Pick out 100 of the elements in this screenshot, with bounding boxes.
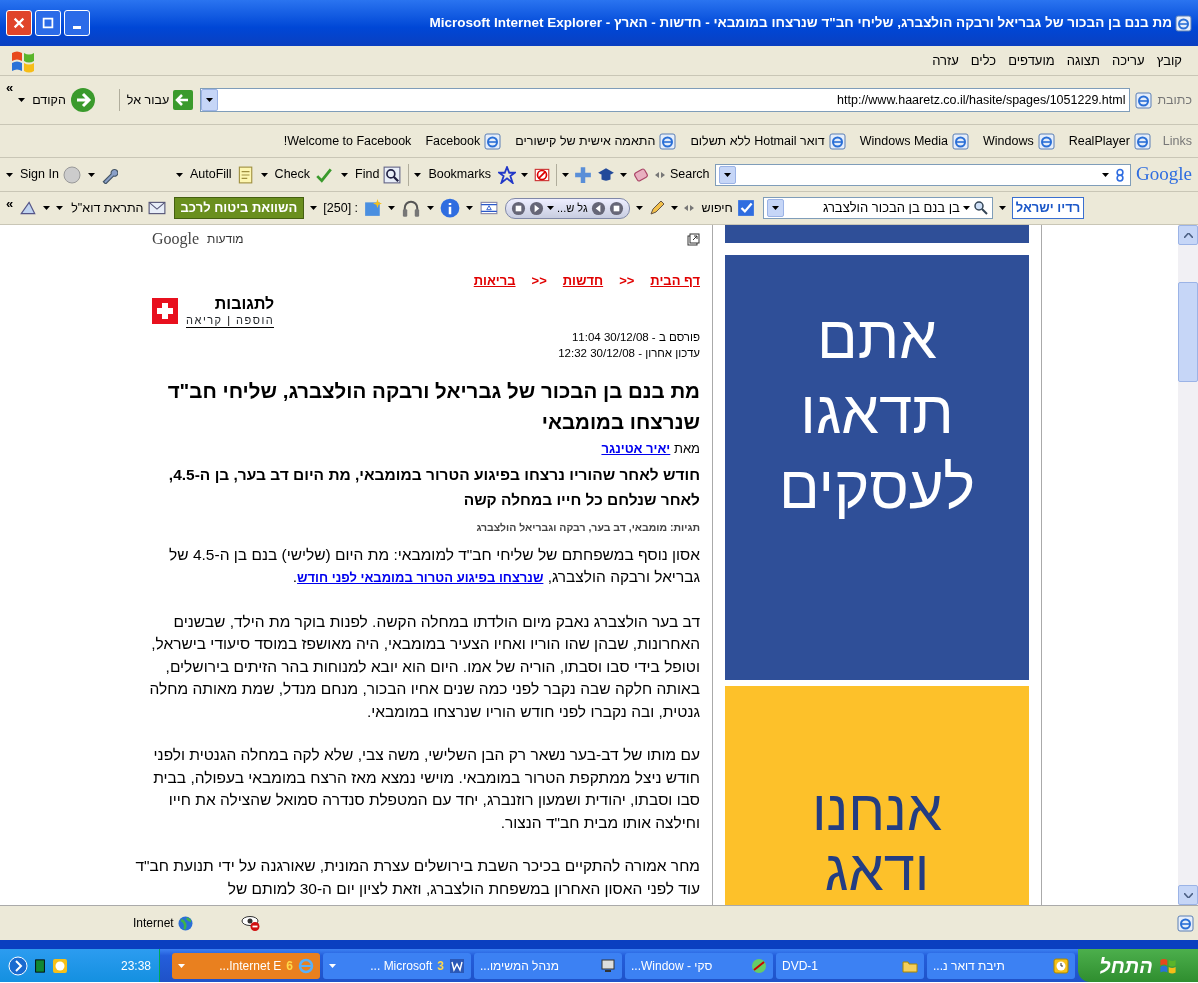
caret-icon[interactable]: [670, 206, 678, 210]
taskbar-label: DVD-1: [782, 957, 818, 975]
article-link[interactable]: שנרצחו בפיגוע הטרור במומבאי לפני חודש: [297, 570, 544, 586]
dropdown-button[interactable]: [201, 89, 219, 111]
privacy-blocked-icon[interactable]: [240, 914, 261, 932]
tray-app-icon[interactable]: [33, 957, 47, 974]
find-button[interactable]: Find: [353, 165, 404, 184]
caret-icon[interactable]: [260, 172, 268, 177]
caret-icon[interactable]: [175, 172, 183, 177]
restore-icon: [41, 16, 55, 30]
dropdown-button[interactable]: [766, 199, 784, 217]
menu-item[interactable]: כלים: [964, 50, 1003, 71]
color-triangle-icon[interactable]: [19, 199, 38, 217]
caret-icon[interactable]: [619, 172, 627, 177]
rewind-icon[interactable]: [590, 200, 606, 216]
mail-alert-button[interactable]: התראת דוא"ל: [69, 198, 168, 218]
go-button[interactable]: עבור אל: [124, 90, 196, 110]
link-item[interactable]: Windows Media: [857, 131, 971, 151]
resize-handle-icon[interactable]: [654, 171, 665, 178]
chevron-icon[interactable]: «: [6, 194, 14, 214]
caret-icon[interactable]: [427, 206, 435, 210]
radio-brand-logo[interactable]: רדיו ישראל: [1011, 197, 1085, 219]
link-item[interactable]: Facebook: [423, 131, 504, 151]
breadcrumb-link[interactable]: בריאות: [473, 271, 516, 291]
caret-icon[interactable]: [206, 98, 214, 102]
scroll-up-button[interactable]: [1178, 225, 1198, 245]
sign-in-button[interactable]: Sign In: [18, 165, 83, 184]
caret-icon[interactable]: [18, 98, 26, 102]
caret-icon[interactable]: [561, 172, 569, 177]
link-item[interactable]: RealPlayer: [1066, 131, 1153, 151]
caret-icon[interactable]: [998, 206, 1006, 210]
caret-icon[interactable]: [414, 172, 422, 177]
caret-icon[interactable]: [962, 206, 970, 210]
browser-page-icon: [484, 132, 502, 150]
menu-item[interactable]: עריכה: [1105, 50, 1151, 71]
back-button[interactable]: הקודם: [30, 87, 98, 113]
sparkle-window-icon[interactable]: [364, 199, 383, 217]
search-field[interactable]: [714, 163, 1132, 186]
popout-icon[interactable]: [687, 232, 700, 246]
caret-icon[interactable]: [87, 172, 95, 177]
magnifier-icon[interactable]: [972, 200, 989, 216]
taskbar-button[interactable]: סקי - Window...: [625, 952, 773, 979]
insurance-button[interactable]: השוואת ביטוח לרכב: [173, 197, 305, 219]
menu-item[interactable]: קובץ: [1150, 50, 1188, 71]
info-icon[interactable]: [440, 198, 461, 218]
caret-icon[interactable]: [723, 172, 731, 177]
scroll-thumb[interactable]: [1178, 282, 1198, 382]
play-icon[interactable]: [529, 200, 545, 216]
taskbar-button[interactable]: תיבת דואר נ...: [927, 952, 1075, 979]
resize-handle-icon[interactable]: [683, 205, 694, 211]
expand-tray-icon[interactable]: [8, 955, 28, 976]
ad-banner[interactable]: אנחנו ודאג: [725, 686, 1029, 905]
pencil-icon[interactable]: [648, 200, 665, 216]
read-comments-link[interactable]: קריאה: [186, 313, 223, 326]
menu-item[interactable]: מועדפים: [1002, 50, 1061, 71]
add-comment-link[interactable]: הוספה: [236, 313, 275, 326]
caret-icon[interactable]: [1102, 172, 1110, 177]
author-link[interactable]: יאיר אטינגר: [601, 440, 671, 456]
taskbar-button[interactable]: Microsoft ... 3: [323, 952, 471, 979]
caret-icon[interactable]: [771, 206, 779, 210]
link-item[interactable]: דואר Hotmail ללא תשלום: [688, 131, 848, 151]
taskbar-button[interactable]: מנהל המשימו...: [474, 952, 622, 979]
breadcrumb-link[interactable]: חדשות: [562, 271, 604, 291]
stop-icon[interactable]: [511, 200, 527, 216]
caret-icon[interactable]: [466, 206, 474, 210]
caret-icon[interactable]: [6, 172, 13, 177]
link-item[interactable]: Windows: [980, 131, 1057, 151]
radio-player[interactable]: גל ש...: [505, 197, 630, 219]
search-button[interactable]: חיפוש: [699, 198, 757, 218]
breadcrumb-link[interactable]: דף הבית: [650, 271, 700, 291]
link-item[interactable]: התאמה אישית של קישורים: [513, 131, 679, 151]
caret-icon[interactable]: [635, 206, 643, 210]
ad-banner[interactable]: אתם תדאגו לעסקים: [725, 255, 1029, 680]
headphones-icon[interactable]: [401, 198, 422, 218]
autofill-button[interactable]: AutoFill: [187, 165, 256, 184]
address-field[interactable]: http://www.haaretz.co.il/hasite/spages/1051229.html: [200, 88, 1131, 112]
bookmarks-button[interactable]: Bookmarks: [426, 165, 493, 184]
stop-icon[interactable]: [608, 200, 624, 216]
close-button[interactable]: [6, 10, 32, 36]
restore-button[interactable]: [35, 10, 61, 36]
link-item[interactable]: Welcome to Facebook!: [281, 131, 414, 151]
talkback-icon[interactable]: [152, 298, 178, 324]
scroll-down-button[interactable]: [1178, 885, 1198, 905]
menu-item[interactable]: תצוגה: [1060, 50, 1106, 71]
taskbar-button[interactable]: DVD-1: [776, 952, 924, 979]
date-line: עדכון אחרון - 30/12/08 12:32: [557, 345, 700, 361]
scrollbar[interactable]: [1178, 225, 1198, 905]
caret-icon[interactable]: [310, 206, 318, 210]
menu-item[interactable]: עזרה: [926, 50, 965, 71]
star-icon[interactable]: [497, 165, 516, 184]
caret-icon[interactable]: [388, 206, 396, 210]
caret-icon[interactable]: [547, 206, 555, 210]
flag-icon[interactable]: [479, 199, 500, 217]
chevron-icon[interactable]: «: [6, 78, 14, 98]
minimize-button[interactable]: [64, 10, 90, 36]
caret-icon[interactable]: [520, 172, 528, 177]
check-button[interactable]: Check: [272, 165, 337, 184]
dropdown-button[interactable]: [718, 165, 736, 184]
query-field[interactable]: בן בנם בן הבכור הולצברג: [762, 197, 993, 219]
caret-icon[interactable]: [341, 172, 349, 177]
